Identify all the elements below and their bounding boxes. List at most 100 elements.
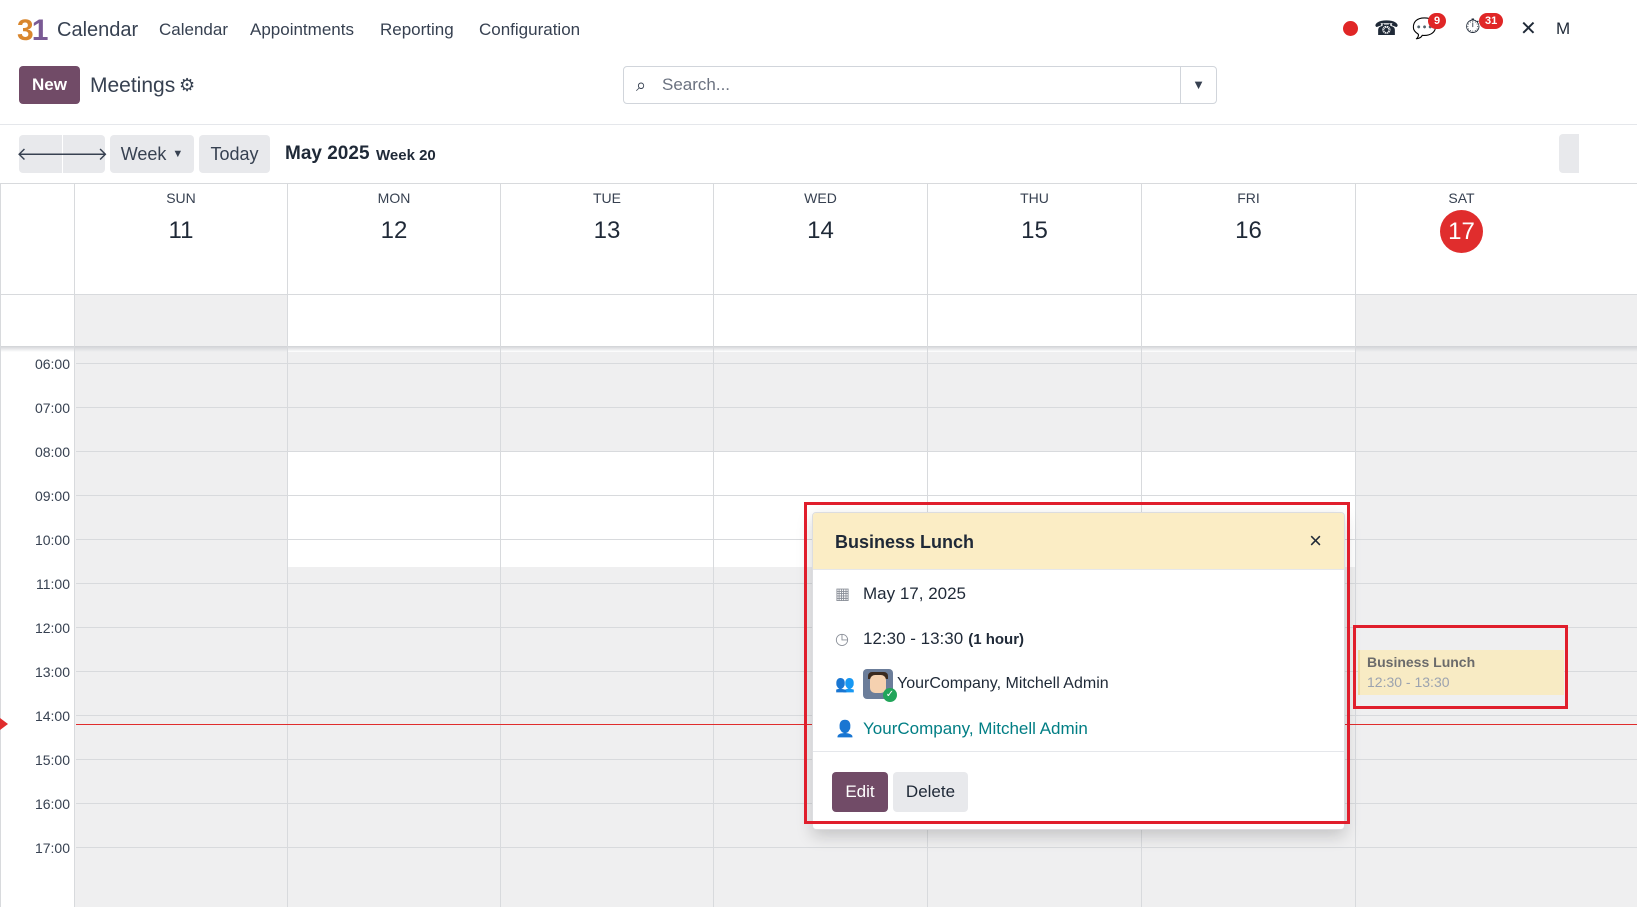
caret-down-icon: ▼ (172, 148, 184, 160)
popover-divider (813, 751, 1344, 752)
hour-label: 11:00 (36, 576, 70, 592)
edit-button[interactable]: Edit (832, 772, 888, 812)
search-bar: ⌕ ▼ (623, 66, 1217, 104)
current-time-marker (0, 718, 8, 730)
event-duration: (1 hour) (968, 630, 1025, 648)
event-date-row: ▦ May 17, 2025 (835, 584, 966, 604)
new-button[interactable]: New (19, 66, 80, 104)
menu-reporting[interactable]: Reporting (380, 20, 454, 40)
app-logo[interactable]: 31 (17, 14, 48, 48)
grid-line (0, 183, 1, 907)
scale-label: Week (120, 143, 167, 164)
event-title: Business Lunch (1367, 654, 1476, 670)
event-time-range: 12:30 - 13:30 (863, 629, 964, 648)
day-name: TUE (593, 190, 621, 206)
hour-label: 08:00 (34, 444, 70, 460)
hour-label: 10:00 (34, 532, 70, 548)
previous-button[interactable]: 🡐 (16, 135, 65, 173)
day-name: MON (377, 190, 411, 206)
off-hours-morning (288, 352, 1356, 452)
menu-calendar[interactable]: Calendar (159, 20, 228, 40)
event-popover: Business Lunch × ▦ May 17, 2025 ◷ 12:30 … (812, 512, 1345, 830)
side-panel-toggle[interactable] (1559, 134, 1579, 173)
hour-label: 14:00 (34, 708, 70, 724)
day-header-tue[interactable]: TUE 13 (501, 183, 713, 294)
user-menu[interactable]: M (1556, 19, 1570, 39)
divider (0, 124, 1637, 125)
day-header-thu[interactable]: THU 15 (928, 183, 1141, 294)
event-time-row: ◷ 12:30 - 13:30 (1 hour) (835, 629, 1024, 649)
phone-icon[interactable]: ☎ (1374, 16, 1399, 41)
day-name: SUN (166, 190, 196, 206)
calendar-event-business-lunch[interactable]: Business Lunch 12:30 - 13:30 (1358, 650, 1564, 695)
hour-line (76, 407, 1637, 408)
menu-appointments[interactable]: Appointments (250, 20, 354, 40)
app-name[interactable]: Calendar (57, 19, 138, 42)
clock-icon: ◷ (835, 631, 849, 648)
weekend-column-sun (75, 294, 288, 907)
day-name: SAT (1448, 190, 1475, 206)
day-name: THU (1020, 190, 1049, 206)
search-options-toggle[interactable]: ▼ (1180, 67, 1216, 103)
hour-label: 12:00 (34, 620, 70, 636)
attendees-row: 👥 ✓ YourCompany, Mitchell Admin (835, 669, 1109, 702)
hour-label: 15:00 (34, 752, 70, 768)
hour-line (76, 847, 1637, 848)
organizer-row: 👤 YourCompany, Mitchell Admin (835, 719, 1088, 739)
recording-icon[interactable] (1343, 21, 1358, 36)
today-button[interactable]: Today (199, 135, 270, 173)
user-icon: 👤 (835, 721, 855, 738)
avatar[interactable]: ✓ (863, 669, 897, 702)
calendar-icon: ▦ (835, 586, 851, 603)
hour-label: 06:00 (34, 356, 70, 372)
allday-shadow (0, 346, 1637, 352)
day-header-fri[interactable]: FRI 16 (1142, 183, 1355, 294)
day-header-sun[interactable]: SUN 11 (75, 183, 287, 294)
day-number: 13 (593, 217, 621, 244)
hour-label: 17:00 (34, 840, 70, 856)
period-title: May 2025 (285, 143, 370, 164)
day-number: 11 (168, 217, 194, 244)
hour-line (76, 495, 1637, 496)
day-number: 16 (1235, 217, 1262, 244)
close-icon[interactable]: × (1309, 528, 1322, 554)
weekend-column-sat (1356, 294, 1637, 907)
attendee-name: YourCompany, Mitchell Admin (897, 675, 1109, 692)
next-button[interactable]: 🡒 (59, 135, 109, 173)
hour-line (76, 451, 1637, 452)
day-number: 12 (380, 217, 408, 244)
gear-icon[interactable]: ⚙ (179, 75, 195, 96)
debug-tools-icon[interactable]: ✕ (1520, 16, 1537, 41)
hour-label: 13:00 (34, 664, 70, 680)
popover-header: Business Lunch × (813, 513, 1344, 570)
event-time: 12:30 - 13:30 (1367, 674, 1450, 690)
hour-label: 07:00 (34, 400, 70, 416)
week-number: Week 20 (376, 147, 436, 164)
organizer-link[interactable]: YourCompany, Mitchell Admin (863, 719, 1088, 739)
day-number: 14 (807, 217, 834, 244)
scale-dropdown[interactable]: Week ▼ (110, 135, 194, 173)
check-icon: ✓ (883, 688, 897, 702)
day-name: FRI (1237, 190, 1260, 206)
day-header-mon[interactable]: MON 12 (288, 183, 500, 294)
day-name: WED (804, 190, 837, 206)
today-marker: 17 (1440, 210, 1483, 253)
users-icon: 👥 (835, 676, 855, 693)
popover-title: Business Lunch (835, 532, 975, 552)
hour-label: 09:00 (34, 488, 70, 504)
arrow-right-icon: 🡒 (59, 143, 109, 164)
activity-count-badge: 31 (1479, 13, 1504, 29)
grid-line (0, 294, 1637, 295)
menu-configuration[interactable]: Configuration (479, 20, 580, 40)
search-input[interactable] (662, 73, 1162, 97)
search-icon: ⌕ (636, 75, 647, 95)
hour-line (76, 363, 1637, 364)
page-title: Meetings (90, 74, 176, 97)
event-date: May 17, 2025 (863, 584, 967, 603)
day-number: 15 (1021, 217, 1048, 244)
hour-label: 16:00 (34, 796, 70, 812)
day-header-wed[interactable]: WED 14 (714, 183, 927, 294)
delete-button[interactable]: Delete (893, 772, 968, 812)
arrow-left-icon: 🡐 (16, 143, 65, 164)
day-header-sat[interactable]: SAT 17 (1356, 183, 1567, 294)
